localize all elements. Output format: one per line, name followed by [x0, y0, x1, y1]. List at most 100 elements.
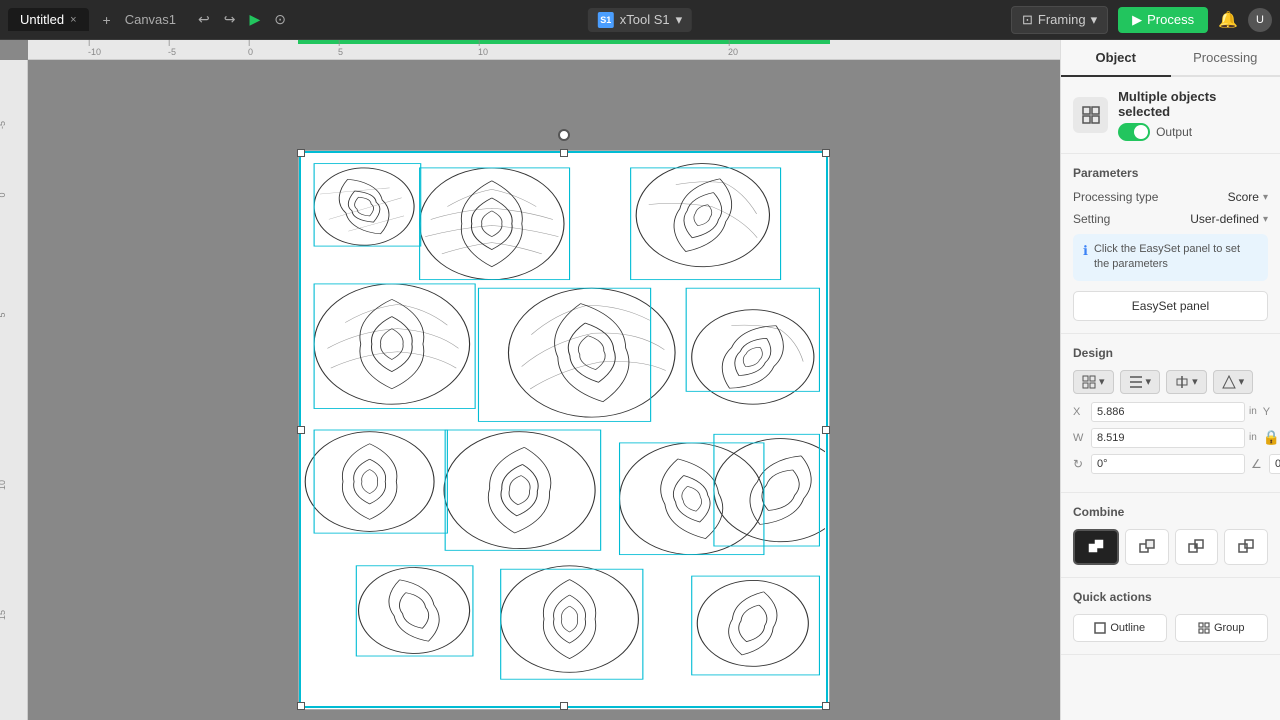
setting-label: Setting — [1073, 212, 1110, 226]
combine-btn-subtract[interactable] — [1125, 529, 1169, 565]
undo-button[interactable]: ↩ — [192, 7, 216, 32]
play-button[interactable]: ▶ — [243, 7, 266, 32]
y-coord-row: Y in — [1263, 402, 1280, 422]
y-label: Y — [1263, 406, 1277, 418]
resize-handle-tc[interactable] — [560, 149, 568, 157]
resize-handle-tr[interactable] — [822, 149, 830, 157]
combine-section: Combine — [1061, 493, 1280, 578]
device-name: xTool S1 — [620, 12, 670, 27]
setting-row: Setting User-defined ▾ — [1073, 212, 1268, 226]
device-icon: S1 — [598, 12, 614, 28]
align-btn-3[interactable]: ▾ — [1166, 370, 1207, 394]
w-unit: in — [1249, 432, 1257, 443]
v-ruler-tick: 5 — [0, 312, 7, 317]
align-chevron-3: ▾ — [1192, 375, 1198, 388]
align-btn-2[interactable]: ▾ — [1120, 370, 1161, 394]
processing-type-label: Processing type — [1073, 190, 1158, 204]
device-selector[interactable]: S1 xTool S1 ▾ — [588, 8, 692, 32]
active-tab[interactable]: Untitled × — [8, 8, 89, 31]
redo-button[interactable]: ↪ — [218, 7, 242, 32]
ruler-tick: 0 — [248, 40, 253, 57]
device-chevron: ▾ — [676, 12, 683, 28]
resize-handle-bc[interactable] — [560, 702, 568, 710]
ruler-tick: -10 — [88, 40, 101, 57]
framing-chevron: ▾ — [1091, 12, 1098, 28]
quick-actions-title: Quick actions — [1073, 590, 1268, 604]
combine-title: Combine — [1073, 505, 1268, 519]
align-btn-4[interactable]: ▾ — [1213, 370, 1254, 394]
align-chevron-1: ▾ — [1099, 375, 1105, 388]
tab-processing[interactable]: Processing — [1171, 40, 1280, 77]
resize-handle-mr[interactable] — [822, 426, 830, 434]
xy-coords: X in Y in — [1073, 402, 1268, 422]
canvas-content[interactable]: + — [28, 60, 1060, 720]
info-box: ℹ Click the EasySet panel to set the par… — [1073, 234, 1268, 281]
object-icon — [1073, 97, 1108, 133]
tab-close-btn[interactable]: × — [70, 14, 76, 26]
lock-aspect-icon[interactable]: 🔒 — [1263, 429, 1280, 446]
framing-button[interactable]: ⊡ Framing ▾ — [1011, 6, 1108, 34]
rotate-handle[interactable] — [558, 129, 570, 141]
main-layout: -10 -5 0 5 10 20 -5 0 5 10 15 — [0, 40, 1280, 720]
processing-type-value[interactable]: Score ▾ — [1228, 190, 1268, 204]
ruler-tick: 10 — [478, 40, 488, 57]
align-btn-1[interactable]: ▾ — [1073, 370, 1114, 394]
v-ruler-tick: 0 — [0, 192, 7, 197]
object-title: Multiple objects selected — [1118, 89, 1268, 119]
resize-handle-br[interactable] — [822, 702, 830, 710]
panel-tabs: Object Processing — [1061, 40, 1280, 77]
combine-btn-exclude[interactable] — [1224, 529, 1268, 565]
object-subtitle: Output — [1118, 123, 1268, 141]
combine-btn-intersect[interactable] — [1175, 529, 1219, 565]
info-text: Click the EasySet panel to set the param… — [1094, 242, 1258, 273]
ruler-highlight — [298, 40, 830, 44]
w-coord-row: W in 🔒 — [1073, 428, 1280, 448]
ruler-tick: 5 — [338, 40, 343, 57]
easyset-panel-button[interactable]: EasySet panel — [1073, 291, 1268, 321]
object-header: Multiple objects selected Output — [1061, 77, 1280, 154]
info-icon: ℹ — [1083, 243, 1088, 259]
notification-icon[interactable]: 🔔 — [1218, 10, 1238, 30]
setting-value[interactable]: User-defined ▾ — [1190, 212, 1268, 226]
x-unit: in — [1249, 406, 1257, 417]
frame-tool-button[interactable]: ⊙ — [268, 7, 292, 32]
process-button[interactable]: ▶ Process — [1118, 7, 1208, 33]
setting-chevron: ▾ — [1263, 214, 1268, 225]
user-avatar[interactable]: U — [1248, 8, 1272, 32]
parameters-section: Parameters Processing type Score ▾ Setti… — [1061, 154, 1280, 334]
vertical-ruler: -5 0 5 10 15 — [0, 60, 28, 720]
framing-label: Framing — [1038, 12, 1086, 27]
ruler-tick: 20 — [728, 40, 738, 57]
skew-coord-row: ∠ — [1251, 454, 1280, 474]
selection-box[interactable]: + — [299, 151, 828, 708]
outline-button[interactable]: Outline — [1073, 614, 1167, 642]
resize-handle-ml[interactable] — [297, 426, 305, 434]
canvas-area[interactable]: -10 -5 0 5 10 20 -5 0 5 10 15 — [0, 40, 1060, 720]
skew-input[interactable] — [1269, 454, 1280, 474]
w-label: W — [1073, 432, 1087, 444]
rotation-row: ↻ ∠ — [1073, 454, 1268, 474]
align-chevron-2: ▾ — [1146, 375, 1152, 388]
v-ruler-tick: 10 — [0, 480, 7, 490]
design-title: Design — [1073, 346, 1268, 360]
v-ruler-tick: -5 — [0, 121, 7, 129]
quick-actions-section: Quick actions Outline Group — [1061, 578, 1280, 655]
design-section: Design ▾ ▾ ▾ ▾ — [1061, 334, 1280, 493]
processing-type-chevron: ▾ — [1263, 192, 1268, 203]
tab-object[interactable]: Object — [1061, 40, 1171, 77]
resize-handle-bl[interactable] — [297, 702, 305, 710]
wh-dims: W in 🔒 H in — [1073, 428, 1268, 448]
rotation-input[interactable] — [1091, 454, 1245, 474]
v-ruler-tick: 15 — [0, 610, 7, 620]
horizontal-ruler: -10 -5 0 5 10 20 — [28, 40, 1060, 60]
w-input[interactable] — [1091, 428, 1245, 448]
output-toggle[interactable] — [1118, 123, 1150, 141]
ruler-tick: -5 — [168, 40, 176, 57]
combine-btn-union[interactable] — [1073, 529, 1119, 565]
resize-handle-tl[interactable] — [297, 149, 305, 157]
group-button[interactable]: Group — [1175, 614, 1269, 642]
align-chevron-4: ▾ — [1239, 375, 1245, 388]
new-tab-button[interactable]: + — [97, 8, 117, 32]
process-icon: ▶ — [1132, 12, 1142, 28]
x-input[interactable] — [1091, 402, 1245, 422]
